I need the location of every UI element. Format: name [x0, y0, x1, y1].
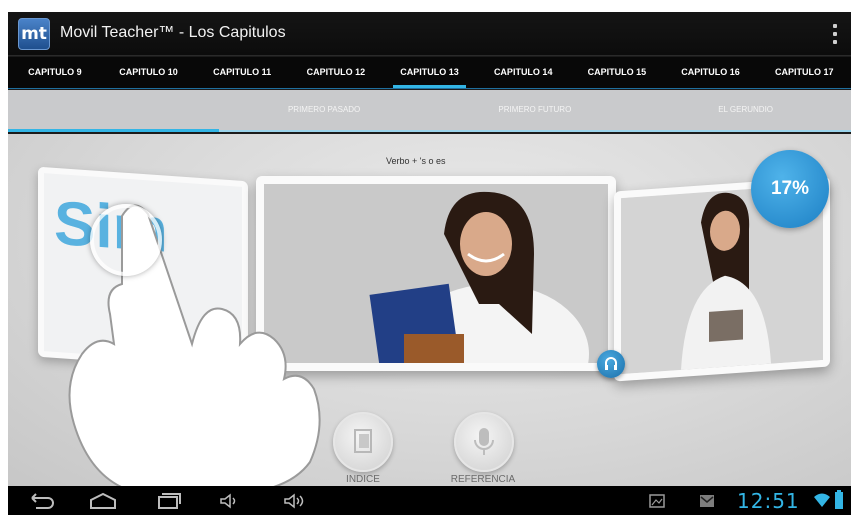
- wifi-icon: [814, 493, 830, 507]
- lesson-subtitle: Verbo + 's o es: [386, 156, 446, 166]
- mail-notification-icon: [700, 495, 714, 507]
- volume-up-icon[interactable]: [282, 492, 308, 510]
- tab-primero-futuro[interactable]: PRIMERO FUTURO: [430, 90, 641, 130]
- referencia-button[interactable]: [454, 412, 514, 472]
- touch-indicator: [90, 204, 162, 276]
- status-clock: 12:51: [737, 489, 800, 513]
- app-title: Movil Teacher™ - Los Capitulos: [60, 24, 286, 41]
- app-logo[interactable]: mt: [18, 18, 50, 50]
- tab-capitulo-15[interactable]: CAPITULO 15: [570, 57, 664, 88]
- gallery-notification-icon: [649, 494, 665, 508]
- overflow-menu-icon[interactable]: [827, 22, 843, 46]
- tab-topic-1[interactable]: [8, 90, 219, 132]
- headphones-icon[interactable]: [597, 350, 625, 378]
- system-nav-bar: 12:51: [8, 486, 851, 515]
- battery-icon: [835, 490, 843, 509]
- tab-capitulo-11[interactable]: CAPITULO 11: [195, 57, 289, 88]
- home-icon[interactable]: [88, 492, 118, 510]
- referencia-label: REFERENCIA: [450, 474, 516, 485]
- tab-capitulo-17[interactable]: CAPITULO 17: [757, 57, 851, 88]
- volume-down-icon[interactable]: [218, 492, 242, 510]
- app-window: mt Movil Teacher™ - Los Capitulos CAPITU…: [8, 12, 851, 515]
- progress-bubble: 17%: [751, 150, 829, 228]
- tab-capitulo-13[interactable]: CAPITULO 13: [383, 57, 477, 88]
- chapter-tabs: CAPITULO 9 CAPITULO 10 CAPITULO 11 CAPIT…: [8, 57, 851, 89]
- action-bar: mt Movil Teacher™ - Los Capitulos: [8, 12, 851, 56]
- tab-capitulo-10[interactable]: CAPITULO 10: [102, 57, 196, 88]
- tab-capitulo-14[interactable]: CAPITULO 14: [476, 57, 570, 88]
- tab-capitulo-12[interactable]: CAPITULO 12: [289, 57, 383, 88]
- tab-primero-pasado[interactable]: PRIMERO PASADO: [219, 90, 430, 130]
- topic-tabs: PRIMERO PASADO PRIMERO FUTURO EL GERUNDI…: [8, 90, 851, 132]
- tab-capitulo-9[interactable]: CAPITULO 9: [8, 57, 102, 88]
- back-icon[interactable]: [26, 492, 56, 510]
- tab-capitulo-16[interactable]: CAPITULO 16: [664, 57, 758, 88]
- tab-el-gerundio[interactable]: EL GERUNDIO: [640, 90, 851, 130]
- lesson-area: Verbo + 's o es Sim 17% INDICE REFERENCI…: [8, 134, 851, 486]
- recent-apps-icon[interactable]: [153, 492, 183, 510]
- microphone-icon: [474, 428, 494, 455]
